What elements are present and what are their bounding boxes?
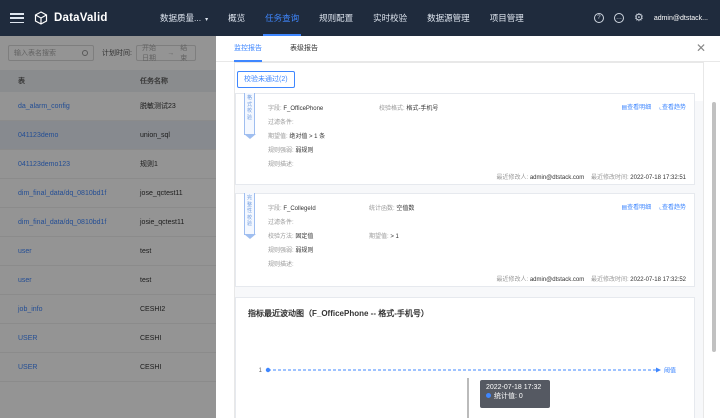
- rule-type-tag: 格式校验: [244, 93, 256, 139]
- help-icon[interactable]: ?: [593, 13, 604, 23]
- main-nav: 数据质量... ▾ 概览 任务查询 规则配置 实时校验 数据源管理 项目管理: [150, 0, 534, 36]
- card-footer: 最近修改人: admin@dtstack.com 最近修改时间: 2022-07…: [496, 175, 686, 181]
- nav-item-datasource[interactable]: 数据源管理: [417, 0, 480, 36]
- chevron-down-icon: ▾: [205, 17, 209, 23]
- threshold-arrow-icon: [656, 367, 661, 373]
- nav-item-rule-config[interactable]: 规则配置: [309, 0, 363, 36]
- cube-logo-icon: [34, 11, 48, 25]
- field-value: F_OfficePhone: [283, 106, 324, 112]
- report-drawer: 监控报告 表级报告 ✕ 校验未通过(2) 格式校验 字段: F_OfficePh…: [216, 36, 720, 418]
- rule-card: 格式校验 字段: F_OfficePhone 校验格式: 格式-手机号 过滤条件…: [235, 93, 695, 185]
- legend-threshold: 阈值: [664, 367, 676, 375]
- message-icon[interactable]: …: [613, 13, 624, 23]
- field-value: F_CollegeId: [283, 206, 316, 212]
- trend-chart[interactable]: 1 阈值: [236, 298, 696, 418]
- rule-type-tag: 完整性校验: [244, 193, 256, 239]
- scroll-thumb[interactable]: [712, 102, 716, 352]
- view-detail-link[interactable]: ▤查看明细: [621, 202, 651, 211]
- nav-item-realtime-check[interactable]: 实时校验: [363, 0, 417, 36]
- nav-item-overview[interactable]: 概览: [218, 0, 255, 36]
- card-footer: 最近修改人: admin@dtstack.com 最近修改时间: 2022-07…: [496, 277, 686, 283]
- drawer-tabs: 监控报告 表级报告: [216, 36, 720, 62]
- hamburger-menu-icon[interactable]: [10, 13, 24, 23]
- app-name: DataValid: [54, 12, 108, 24]
- view-trend-link[interactable]: ⌞查看趋势: [659, 202, 686, 211]
- close-icon[interactable]: ✕: [696, 41, 706, 55]
- view-detail-link[interactable]: ▤查看明细: [621, 102, 651, 111]
- view-trend-link[interactable]: ⌞查看趋势: [659, 102, 686, 111]
- drawer-scrollbar[interactable]: [712, 62, 716, 418]
- chart-tooltip: 2022-07-18 17:32 统计值: 0: [480, 380, 550, 408]
- user-account[interactable]: admin@dtstack...: [654, 15, 708, 22]
- series-dot-icon: [486, 393, 491, 398]
- nav-item-data-quality[interactable]: 数据质量... ▾: [150, 0, 218, 36]
- drawer-mask[interactable]: [0, 36, 216, 418]
- failed-checks-button[interactable]: 校验未通过(2): [237, 71, 295, 88]
- card-actions: ▤查看明细 ⌞查看趋势: [621, 202, 686, 211]
- nav-item-project[interactable]: 项目管理: [480, 0, 534, 36]
- card-actions: ▤查看明细 ⌞查看趋势: [621, 102, 686, 111]
- report-pane: 校验未通过(2) 格式校验 字段: F_OfficePhone 校验格式: 格式…: [234, 62, 704, 418]
- tab-table-report[interactable]: 表级报告: [290, 36, 330, 62]
- top-nav: DataValid 数据质量... ▾ 概览 任务查询 规则配置 实时校验 数据源…: [0, 0, 720, 36]
- app-logo[interactable]: DataValid: [34, 11, 108, 25]
- gear-icon[interactable]: ⚙: [634, 13, 644, 24]
- y-tick-label: 1: [259, 368, 263, 374]
- rule-card: 完整性校验 字段: F_CollegeId 统计函数: 空值数 过滤条件: 校验…: [235, 193, 695, 287]
- nav-right-tools: ? … ⚙ admin@dtstack...: [593, 0, 708, 36]
- nav-item-task-query[interactable]: 任务查询: [255, 0, 309, 36]
- trend-chart-card: 指标最近波动图（F_OfficePhone -- 格式-手机号） 1 阈值 202…: [235, 297, 695, 418]
- tab-monitor-report[interactable]: 监控报告: [234, 36, 274, 62]
